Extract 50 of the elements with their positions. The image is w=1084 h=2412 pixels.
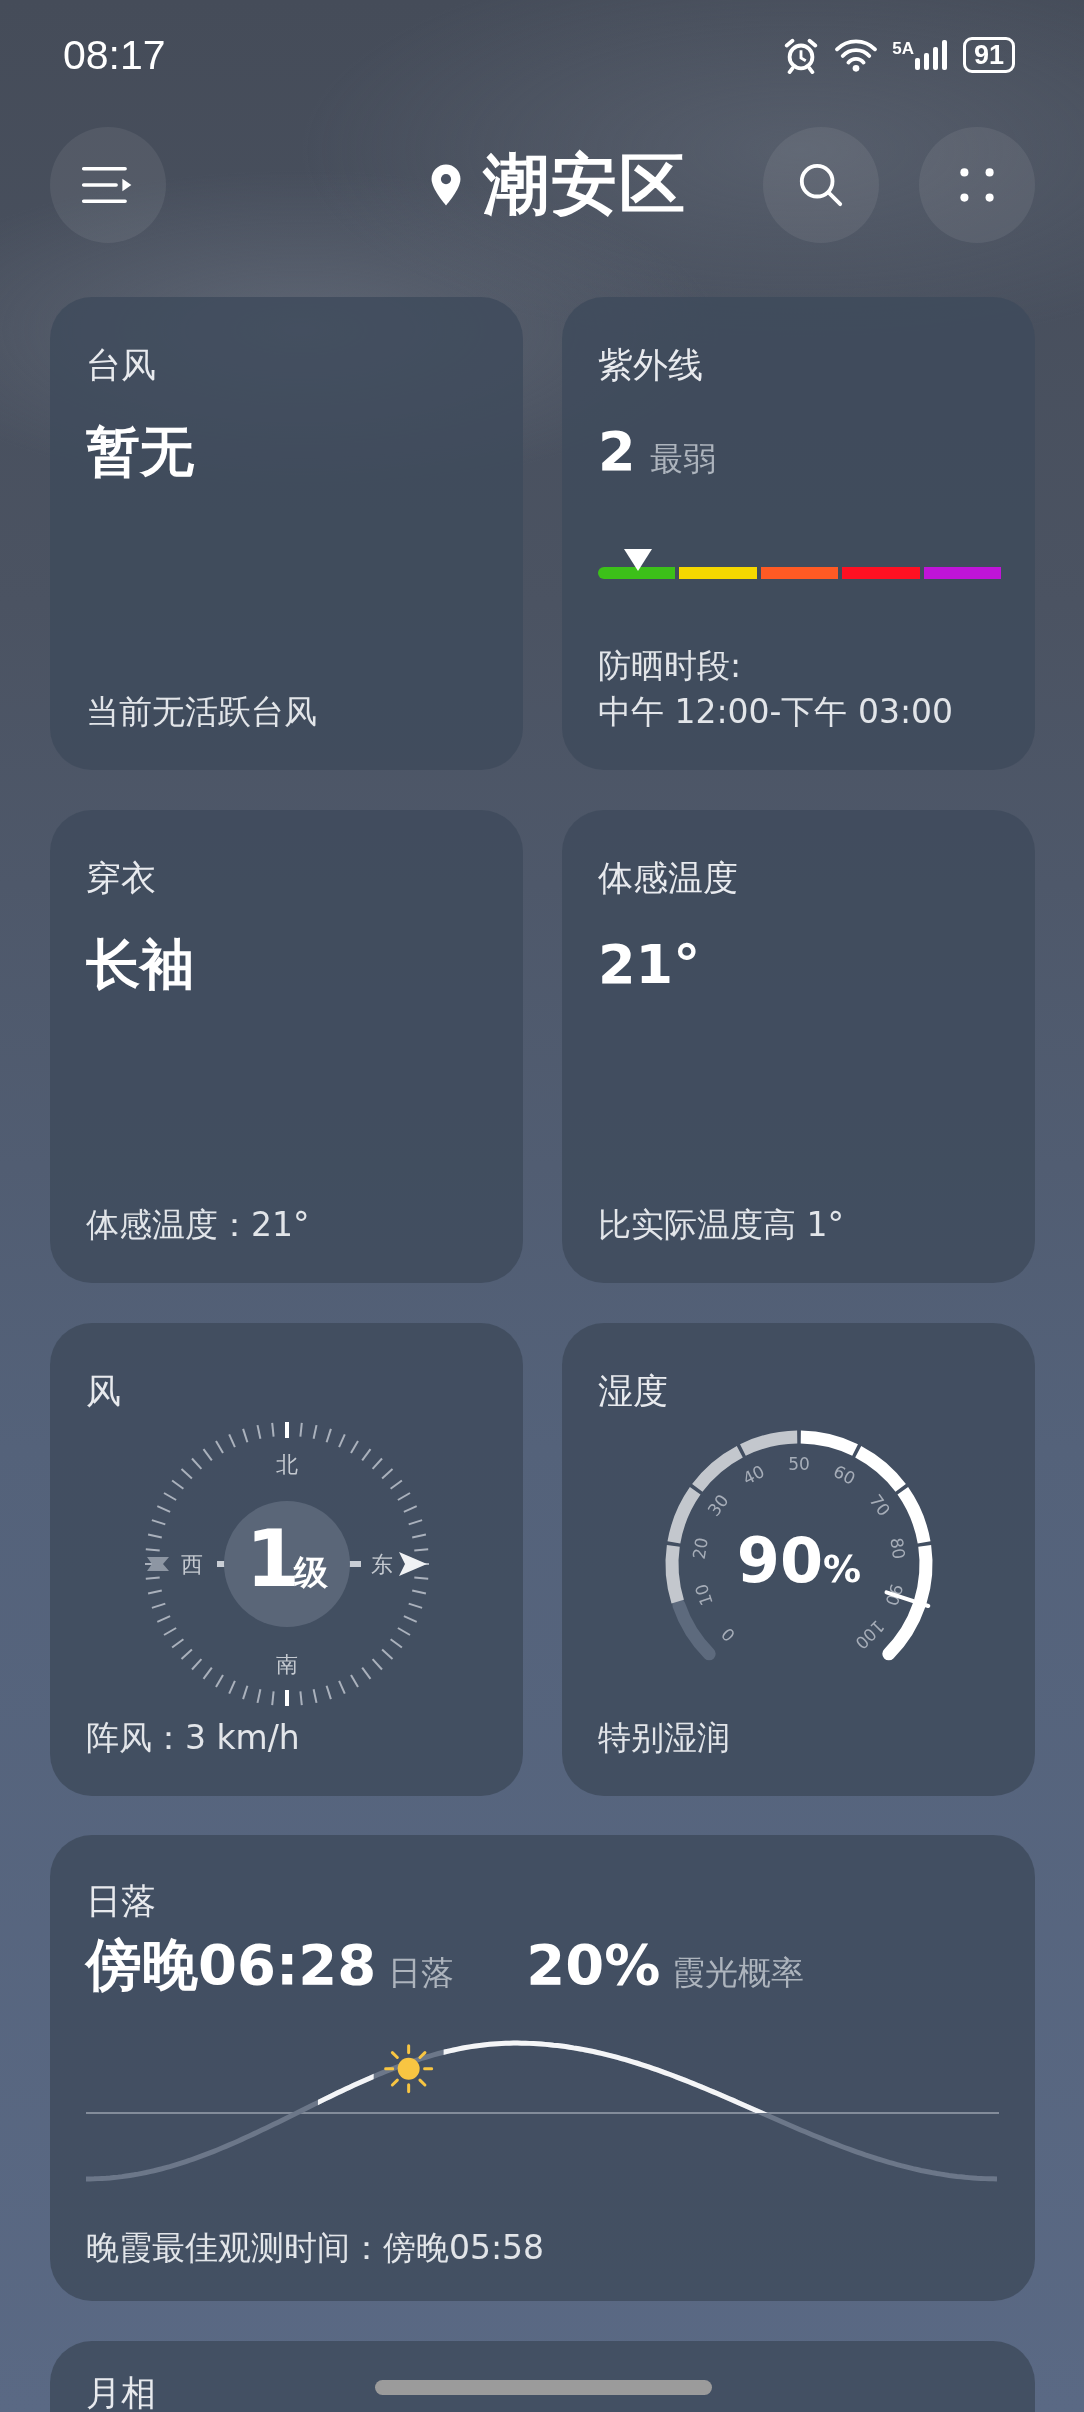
gauge-tick-label: 20	[688, 1536, 712, 1561]
card-footnote: 当前无活跃台风	[86, 691, 318, 733]
glow-chance: 20%	[526, 1931, 661, 1999]
gauge-tick-label: 70	[864, 1490, 894, 1520]
gauge-tick-label: 90	[880, 1581, 907, 1609]
uv-index: 2	[598, 419, 636, 485]
location-title: 潮安区	[482, 145, 687, 225]
card-title: 日落	[86, 1880, 157, 1923]
card-footnote: 防晒时段:	[598, 645, 743, 687]
card-value: 长袖	[86, 932, 195, 998]
card-footnote: 中午 12:00-下午 03:00	[598, 691, 955, 733]
card-title: 体感温度	[598, 857, 739, 900]
battery-level: 91	[973, 41, 1004, 69]
sunset-time: 傍晚06:28	[86, 1931, 377, 1999]
direction-label: 西	[180, 1552, 203, 1577]
gauge-tick-label: 80	[885, 1536, 909, 1561]
gauge-tick-label: 100	[850, 1616, 888, 1654]
direction-label: 北	[275, 1452, 298, 1477]
card-footnote: 特别湿润	[598, 1717, 731, 1759]
card-title: 湿度	[598, 1370, 669, 1413]
more-icon	[959, 167, 995, 203]
wifi-icon	[834, 36, 879, 74]
gauge-tick-label: 60	[829, 1461, 859, 1489]
clock-time: 08:17	[63, 31, 166, 79]
card-title: 台风	[86, 344, 157, 387]
gauge-tick-label: 10	[690, 1581, 717, 1609]
glow-chance-label: 霞光概率	[672, 1952, 805, 1994]
card-footnote: 阵风：3 km/h	[86, 1717, 301, 1759]
card-title: 风	[86, 1370, 122, 1413]
gauge-tick-label: 40	[738, 1461, 768, 1489]
sun-icon	[384, 2044, 434, 2094]
card-title: 紫外线	[598, 344, 704, 387]
direction-label: 南	[275, 1652, 298, 1677]
gauge-tick-label: 50	[787, 1454, 810, 1474]
card-title: 穿衣	[86, 857, 157, 900]
card-value: 暂无	[86, 419, 195, 485]
uv-level-label: 最弱	[649, 438, 716, 480]
direction-label: 东	[370, 1552, 393, 1577]
card-value: 21°	[598, 932, 702, 998]
gauge-tick-label: 30	[703, 1490, 733, 1520]
card-footnote: 晚霞最佳观测时间：傍晚05:58	[86, 2227, 546, 2269]
humidity-value: 90%	[736, 1524, 861, 1597]
card-footnote: 体感温度：21°	[86, 1204, 311, 1246]
gauge-tick-label: 0	[716, 1623, 739, 1646]
search-icon	[797, 161, 845, 209]
card-title: 月相	[86, 2372, 156, 2412]
signal-icon	[914, 40, 949, 70]
network-label: 5A	[892, 40, 914, 57]
card-footnote: 比实际温度高 1°	[598, 1204, 845, 1246]
sunset-label: 日落	[388, 1952, 455, 1994]
